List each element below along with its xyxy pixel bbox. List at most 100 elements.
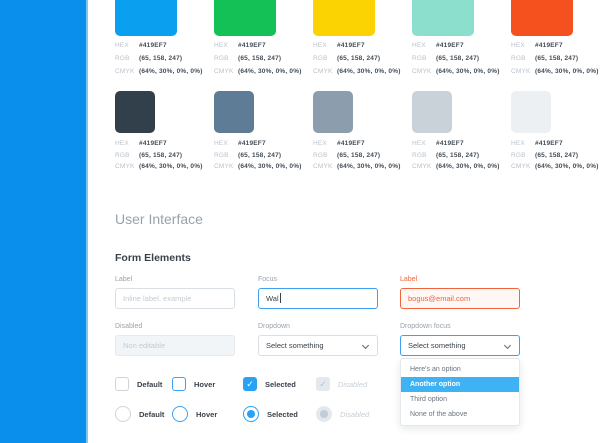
sidebar-edge xyxy=(86,0,88,443)
checkbox: ✓ xyxy=(316,377,330,391)
field-dropdown: Dropdown Select something xyxy=(258,323,378,356)
section-subtitle: Form Elements xyxy=(115,252,191,264)
radio-default: Default xyxy=(115,406,164,422)
check-icon: ✓ xyxy=(246,380,254,389)
color-meta: HEX#419EF7 RGB(65, 158, 247) CMYK(64%, 3… xyxy=(313,42,403,81)
hex-label: HEX xyxy=(511,140,535,147)
cmyk-value: (64%, 30%, 0%, 0%) xyxy=(238,163,302,170)
color-swatch-mint xyxy=(412,0,474,36)
checkbox[interactable] xyxy=(172,377,186,391)
color-card: HEX#419EF7 RGB(65, 158, 247) CMYK(64%, 3… xyxy=(214,0,304,81)
field-default: Label xyxy=(115,276,235,309)
cmyk-value: (64%, 30%, 0%, 0%) xyxy=(139,163,203,170)
field-label: Focus xyxy=(258,276,378,283)
cmyk-label: CMYK xyxy=(412,68,436,75)
hex-value: #419EF7 xyxy=(238,42,266,49)
text-input-default[interactable] xyxy=(115,288,235,309)
rgb-value: (65, 158, 247) xyxy=(337,152,380,159)
color-meta: HEX#419EF7 RGB(65, 158, 247) CMYK(64%, 3… xyxy=(214,42,304,81)
color-card: HEX#419EF7 RGB(65, 158, 247) CMYK(64%, 3… xyxy=(214,91,304,175)
rgb-label: RGB xyxy=(214,55,238,62)
color-meta: HEX#419EF7 RGB(65, 158, 247) CMYK(64%, 3… xyxy=(115,140,205,175)
hex-value: #419EF7 xyxy=(436,42,464,49)
cmyk-value: (64%, 30%, 0%, 0%) xyxy=(436,68,500,75)
color-meta: HEX#419EF7 RGB(65, 158, 247) CMYK(64%, 3… xyxy=(511,42,600,81)
rgb-label: RGB xyxy=(313,152,337,159)
menu-option[interactable]: Here's an option xyxy=(401,362,519,377)
color-meta: HEX#419EF7 RGB(65, 158, 247) CMYK(64%, 3… xyxy=(313,140,403,175)
rgb-value: (65, 158, 247) xyxy=(139,152,182,159)
dropdown-select-focused[interactable]: Select something xyxy=(400,335,520,356)
sidebar xyxy=(0,0,86,443)
dropdown-menu: Here's an option Another option Third op… xyxy=(400,358,520,426)
rgb-label: RGB xyxy=(511,55,535,62)
radio-button xyxy=(316,406,332,422)
color-swatch-slate-200 xyxy=(412,91,452,133)
hex-value: #419EF7 xyxy=(139,140,167,147)
cmyk-value: (64%, 30%, 0%, 0%) xyxy=(139,68,203,75)
cmyk-value: (64%, 30%, 0%, 0%) xyxy=(238,68,302,75)
color-card: HEX#419EF7 RGB(65, 158, 247) CMYK(64%, 3… xyxy=(313,0,403,81)
hex-label: HEX xyxy=(214,140,238,147)
styleguide-page: HEX#419EF7 RGB(65, 158, 247) CMYK(64%, 3… xyxy=(0,0,600,443)
field-focus: Focus xyxy=(258,276,378,309)
color-meta: HEX#419EF7 RGB(65, 158, 247) CMYK(64%, 3… xyxy=(511,140,600,175)
rgb-label: RGB xyxy=(412,152,436,159)
text-input-focus[interactable] xyxy=(258,288,378,309)
field-label: Dropdown focus xyxy=(400,323,520,330)
field-label: Dropdown xyxy=(258,323,378,330)
rgb-label: RGB xyxy=(115,55,139,62)
radio-label: Selected xyxy=(267,410,298,419)
hex-value: #419EF7 xyxy=(535,42,563,49)
checkbox-selected: ✓ Selected xyxy=(243,377,296,391)
color-swatch-slate-900 xyxy=(115,91,155,133)
hex-label: HEX xyxy=(511,42,535,49)
rgb-value: (65, 158, 247) xyxy=(238,152,281,159)
rgb-value: (65, 158, 247) xyxy=(337,55,380,62)
cmyk-label: CMYK xyxy=(214,68,238,75)
color-meta: HEX#419EF7 RGB(65, 158, 247) CMYK(64%, 3… xyxy=(412,140,502,175)
chevron-down-icon xyxy=(504,342,511,349)
cmyk-label: CMYK xyxy=(214,163,238,170)
checkbox-hover: Hover xyxy=(172,377,215,391)
cmyk-value: (64%, 30%, 0%, 0%) xyxy=(436,163,500,170)
text-input-disabled xyxy=(115,335,235,356)
menu-option-selected[interactable]: Another option xyxy=(401,377,519,392)
color-card: HEX#419EF7 RGB(65, 158, 247) CMYK(64%, 3… xyxy=(511,0,600,81)
dropdown-value: Select something xyxy=(408,341,466,350)
rgb-value: (65, 158, 247) xyxy=(535,152,578,159)
text-cursor xyxy=(280,293,281,303)
color-card: HEX#419EF7 RGB(65, 158, 247) CMYK(64%, 3… xyxy=(115,0,205,81)
radio-dot xyxy=(247,410,255,418)
dropdown-select[interactable]: Select something xyxy=(258,335,378,356)
cmyk-label: CMYK xyxy=(511,163,535,170)
radio-hover: Hover xyxy=(172,406,217,422)
menu-option[interactable]: None of the above xyxy=(401,407,519,422)
color-swatch-slate-600 xyxy=(214,91,254,133)
hex-label: HEX xyxy=(313,140,337,147)
radio-button[interactable] xyxy=(172,406,188,422)
color-card: HEX#419EF7 RGB(65, 158, 247) CMYK(64%, 3… xyxy=(412,91,502,175)
checkbox-disabled: ✓ Disabled xyxy=(316,377,367,391)
chevron-down-icon xyxy=(362,342,369,349)
field-label: Label xyxy=(400,276,520,283)
rgb-value: (65, 158, 247) xyxy=(535,55,578,62)
color-swatch-orange xyxy=(511,0,573,36)
checkbox[interactable] xyxy=(115,377,129,391)
hex-label: HEX xyxy=(313,42,337,49)
color-card: HEX#419EF7 RGB(65, 158, 247) CMYK(64%, 3… xyxy=(313,91,403,175)
rgb-value: (65, 158, 247) xyxy=(436,152,479,159)
rgb-label: RGB xyxy=(511,152,535,159)
checkbox[interactable]: ✓ xyxy=(243,377,257,391)
hex-label: HEX xyxy=(115,42,139,49)
color-card: HEX#419EF7 RGB(65, 158, 247) CMYK(64%, 3… xyxy=(115,91,205,175)
radio-button[interactable] xyxy=(243,406,259,422)
radio-label: Default xyxy=(139,410,164,419)
color-card: HEX#419EF7 RGB(65, 158, 247) CMYK(64%, 3… xyxy=(412,0,502,81)
menu-option[interactable]: Third option xyxy=(401,392,519,407)
radio-button[interactable] xyxy=(115,406,131,422)
color-card: HEX#419EF7 RGB(65, 158, 247) CMYK(64%, 3… xyxy=(511,91,600,175)
rgb-value: (65, 158, 247) xyxy=(436,55,479,62)
hex-value: #419EF7 xyxy=(337,42,365,49)
text-input-error[interactable] xyxy=(400,288,520,309)
